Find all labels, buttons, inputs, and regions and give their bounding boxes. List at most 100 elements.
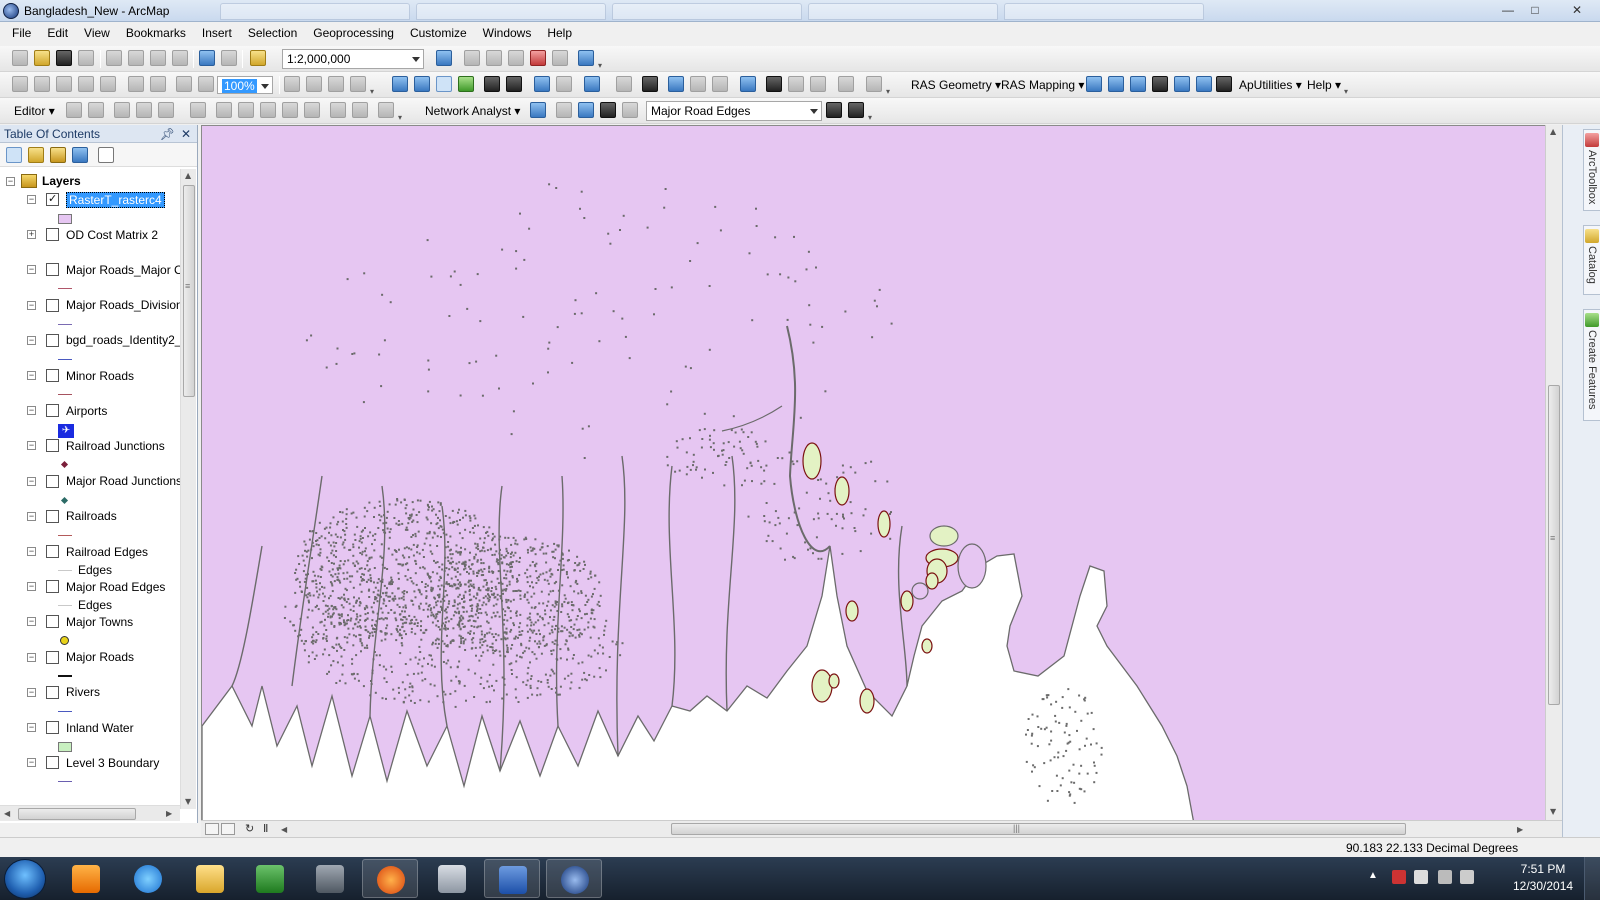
find-route-icon[interactable] <box>788 76 804 92</box>
layout-zoom-out-icon[interactable] <box>150 76 166 92</box>
show-hidden-icons-icon[interactable]: ▲ <box>1368 870 1382 884</box>
network-analyst-menu[interactable]: Network Analyst ▾ <box>425 98 520 124</box>
layer-row[interactable]: + OD Cost Matrix 2 <box>27 226 158 243</box>
data-driven-pages-icon[interactable] <box>350 76 366 92</box>
copy-icon[interactable] <box>128 50 144 66</box>
hecras-banks-icon[interactable] <box>1196 76 1212 92</box>
layout-pan-icon[interactable] <box>176 76 192 92</box>
pause-drawing-icon[interactable]: Ⅱ <box>263 822 268 835</box>
start-button[interactable] <box>4 859 46 899</box>
collapse-icon[interactable]: − <box>27 335 36 345</box>
layer-visibility-checkbox[interactable] <box>46 439 59 453</box>
scroll-down-icon[interactable]: ▼ <box>185 797 191 806</box>
add-data-icon[interactable] <box>250 50 266 66</box>
hecras-layers-icon[interactable] <box>1216 76 1232 92</box>
toc-vertical-scrollbar[interactable]: ▲ ≡ ▼ <box>180 169 196 809</box>
go-to-xy-icon[interactable] <box>810 76 826 92</box>
menu-bookmarks[interactable]: Bookmarks <box>118 22 194 44</box>
edit-tool-icon[interactable] <box>66 102 82 118</box>
layer-visibility-checkbox[interactable] <box>46 615 59 629</box>
find-binoculars-icon[interactable] <box>766 76 782 92</box>
rotate-icon[interactable] <box>304 102 320 118</box>
change-layout-icon[interactable] <box>328 76 344 92</box>
layer-visibility-checkbox[interactable] <box>46 192 59 206</box>
layer-row[interactable]: − Rivers <box>27 684 100 701</box>
layer-row[interactable]: − Major Roads <box>27 649 134 666</box>
scroll-left-icon[interactable]: ◀ <box>4 809 10 818</box>
layer-name[interactable]: Level 3 Boundary <box>66 756 159 770</box>
show-desktop-button[interactable] <box>1584 857 1600 900</box>
split-tool-icon[interactable] <box>190 102 206 118</box>
layout-zoom-icon[interactable] <box>128 76 144 92</box>
minimize-button[interactable]: — <box>1495 1 1521 19</box>
undo-icon[interactable] <box>199 50 215 66</box>
collapse-icon[interactable]: − <box>27 582 36 592</box>
network-identify-icon[interactable] <box>848 102 864 118</box>
layer-visibility-checkbox[interactable] <box>46 333 59 347</box>
layer-row[interactable]: − Inland Water <box>27 719 134 736</box>
layer-name[interactable]: Major Roads_Major Ci <box>66 263 180 277</box>
zoom-out-icon[interactable] <box>414 76 430 92</box>
action-center-icon[interactable] <box>1392 870 1406 884</box>
help-menu[interactable]: Help ▾ <box>1307 72 1341 98</box>
search-window-icon[interactable] <box>508 50 524 66</box>
layer-name[interactable]: Railroads <box>66 509 117 523</box>
taskbar-calculator[interactable] <box>424 859 480 898</box>
collapse-icon[interactable]: − <box>27 723 36 732</box>
data-view-icon[interactable] <box>205 823 219 835</box>
menu-insert[interactable]: Insert <box>194 22 240 44</box>
scroll-thumb[interactable] <box>1548 385 1560 705</box>
hecras-sort-icon[interactable] <box>1130 76 1146 92</box>
trace-icon[interactable] <box>158 102 174 118</box>
layer-name[interactable]: bgd_roads_Identity2_P <box>66 333 180 347</box>
layer-row[interactable]: − Level 3 Boundary <box>27 754 159 771</box>
layer-name[interactable]: OD Cost Matrix 2 <box>66 228 158 242</box>
scroll-left-icon[interactable]: ◀ <box>281 825 287 834</box>
taskbar-excel[interactable] <box>242 859 298 898</box>
fixed-zoom-in-icon[interactable] <box>12 76 28 92</box>
layer-visibility-checkbox[interactable] <box>46 228 59 242</box>
layout-view-icon[interactable] <box>221 823 235 835</box>
html-popup-icon[interactable] <box>712 76 728 92</box>
collapse-icon[interactable]: − <box>27 476 36 486</box>
toolbar-options-icon[interactable]: ▾ <box>598 62 606 70</box>
layer-name[interactable]: Railroad Edges <box>66 545 148 559</box>
list-by-drawing-order-icon[interactable] <box>6 147 22 163</box>
paste-icon[interactable] <box>150 50 166 66</box>
taskbar-internet-explorer[interactable] <box>120 859 176 898</box>
end-point-arc-icon[interactable] <box>136 102 152 118</box>
layer-name[interactable]: Major Towns <box>66 615 133 629</box>
menu-help[interactable]: Help <box>539 22 580 44</box>
toolbar-options-icon[interactable]: ▾ <box>398 114 406 122</box>
arctoolbox-tab[interactable]: ArcToolbox <box>1583 129 1600 211</box>
scroll-thumb[interactable] <box>18 808 136 820</box>
collapse-icon[interactable]: − <box>27 300 36 310</box>
layer-visibility-checkbox[interactable] <box>46 404 59 418</box>
attributes-icon[interactable] <box>330 102 346 118</box>
toc-horizontal-scrollbar[interactable]: ◀ ▶ <box>0 805 180 821</box>
build-network-icon[interactable] <box>826 102 842 118</box>
layer-row[interactable]: −RasterT_rasterc4 <box>27 191 165 208</box>
menu-view[interactable]: View <box>76 22 118 44</box>
fixed-zoom-out-icon[interactable] <box>34 76 50 92</box>
layer-visibility-checkbox[interactable] <box>46 756 59 770</box>
toc-window-icon[interactable] <box>464 50 480 66</box>
layer-row[interactable]: − Major Roads_Divisions <box>27 297 180 314</box>
toolbar-options-icon[interactable]: ▾ <box>886 88 894 96</box>
edit-vertices-icon[interactable] <box>216 102 232 118</box>
menu-selection[interactable]: Selection <box>240 22 305 44</box>
layer-name[interactable]: Minor Roads <box>66 369 134 383</box>
collapse-icon[interactable]: − <box>6 176 15 186</box>
map-vertical-scrollbar[interactable]: ▲ ≡ ▼ <box>1545 125 1562 820</box>
close-window-button[interactable]: ✕ <box>1560 1 1594 19</box>
layer-name[interactable]: Major Roads <box>66 650 134 664</box>
hyperlink-icon[interactable] <box>690 76 706 92</box>
arctoolbox-window-icon[interactable] <box>530 50 546 66</box>
menu-geoprocessing[interactable]: Geoprocessing <box>305 22 402 44</box>
model-builder-icon[interactable] <box>578 50 594 66</box>
ras-mapping-menu[interactable]: RAS Mapping ▾ <box>1001 72 1084 98</box>
collapse-icon[interactable]: − <box>27 371 36 380</box>
taskbar-file-explorer[interactable] <box>182 859 238 898</box>
layer-name[interactable]: Major Roads_Divisions <box>66 298 180 312</box>
collapse-icon[interactable]: − <box>27 687 36 697</box>
